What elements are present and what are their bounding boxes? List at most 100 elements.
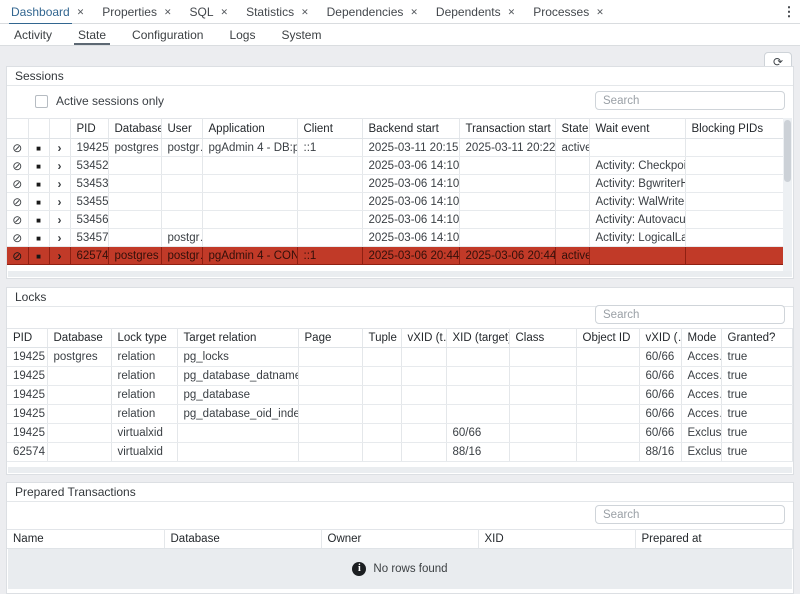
tab-dependencies[interactable]: Dependencies ✕ bbox=[318, 0, 427, 23]
column-header-blank bbox=[49, 119, 70, 139]
terminate-session-button[interactable]: ■ bbox=[36, 162, 41, 171]
table-row[interactable]: ⊘■›53457postgr…2025-03-06 14:10:11 …Acti… bbox=[7, 229, 786, 247]
close-tab-icon[interactable]: ✕ bbox=[508, 1, 516, 23]
cell bbox=[298, 443, 362, 462]
table-row[interactable]: ⊘■›62574postgrespostgr…pgAdmin 4 - CONN:… bbox=[7, 247, 786, 265]
prepared-search-input[interactable] bbox=[595, 505, 785, 524]
active-sessions-filter[interactable]: Active sessions only bbox=[35, 94, 164, 108]
column-header-tuple[interactable]: Tuple bbox=[362, 329, 401, 348]
expand-row-button[interactable]: › bbox=[58, 213, 62, 227]
close-tab-icon[interactable]: ✕ bbox=[164, 1, 172, 23]
table-row[interactable]: ⊘■›534522025-03-06 14:10:11 …Activity: C… bbox=[7, 157, 786, 175]
close-tab-icon[interactable]: ✕ bbox=[77, 1, 85, 23]
terminate-session-button[interactable]: ■ bbox=[36, 252, 41, 261]
expand-row-button[interactable]: › bbox=[58, 231, 62, 245]
cell: 60/66 bbox=[446, 424, 509, 443]
column-header-vxid-[interactable]: vXID (… bbox=[639, 329, 681, 348]
column-header-mode[interactable]: Mode bbox=[681, 329, 721, 348]
column-header-page[interactable]: Page bbox=[298, 329, 362, 348]
tab-statistics[interactable]: Statistics ✕ bbox=[237, 0, 318, 23]
table-row[interactable]: 62574virtualxid88/1688/16Exclusi…true bbox=[7, 443, 793, 462]
column-header-blocking-pids[interactable]: Blocking PIDs bbox=[685, 119, 786, 139]
cancel-session-button[interactable]: ⊘ bbox=[12, 231, 22, 245]
close-tab-icon[interactable]: ✕ bbox=[596, 1, 604, 23]
close-tab-icon[interactable]: ✕ bbox=[410, 1, 418, 23]
terminate-session-button[interactable]: ■ bbox=[36, 180, 41, 189]
table-row[interactable]: 19425relationpg_database_datname_ind…60/… bbox=[7, 367, 793, 386]
column-header-wait-event[interactable]: Wait event bbox=[589, 119, 685, 139]
column-header-owner[interactable]: Owner bbox=[321, 530, 478, 549]
sessions-search-input[interactable] bbox=[595, 91, 785, 110]
subtab-system[interactable]: System bbox=[268, 24, 334, 45]
table-row[interactable]: ⊘■›534532025-03-06 14:10:11 …Activity: B… bbox=[7, 175, 786, 193]
cell: 19425 bbox=[7, 424, 47, 443]
locks-search-input[interactable] bbox=[595, 305, 785, 324]
column-header-pid[interactable]: PID bbox=[70, 119, 108, 139]
tab-menu-kebab-icon[interactable]: ⋮ bbox=[781, 2, 797, 22]
expand-row-button[interactable]: › bbox=[58, 159, 62, 173]
table-row[interactable]: ⊘■›534562025-03-06 14:10:11 …Activity: A… bbox=[7, 211, 786, 229]
expand-row-button[interactable]: › bbox=[58, 249, 62, 263]
column-header-transaction-start[interactable]: Transaction start bbox=[459, 119, 555, 139]
cell: 60/66 bbox=[639, 386, 681, 405]
table-row[interactable]: 19425postgresrelationpg_locks60/66Acces…… bbox=[7, 348, 793, 367]
table-row[interactable]: 19425relationpg_database60/66Acces…true bbox=[7, 386, 793, 405]
terminate-session-button[interactable]: ■ bbox=[36, 234, 41, 243]
sessions-scrollbar-track[interactable] bbox=[783, 118, 792, 272]
sessions-table: PIDDatabaseUserApplicationClientBackend … bbox=[7, 118, 786, 265]
cancel-session-button[interactable]: ⊘ bbox=[12, 249, 22, 263]
cancel-session-button[interactable]: ⊘ bbox=[12, 195, 22, 209]
tab-dashboard[interactable]: Dashboard ✕ bbox=[2, 0, 93, 23]
terminate-session-button[interactable]: ■ bbox=[36, 216, 41, 225]
terminate-session-button[interactable]: ■ bbox=[36, 198, 41, 207]
column-header-granted-[interactable]: Granted? bbox=[721, 329, 793, 348]
column-header-prepared-at[interactable]: Prepared at bbox=[635, 530, 793, 549]
column-header-class[interactable]: Class bbox=[509, 329, 576, 348]
column-header-object-id[interactable]: Object ID bbox=[576, 329, 639, 348]
tab-properties[interactable]: Properties ✕ bbox=[93, 0, 180, 23]
cancel-session-button[interactable]: ⊘ bbox=[12, 213, 22, 227]
tab-processes[interactable]: Processes ✕ bbox=[524, 0, 613, 23]
expand-row-button[interactable]: › bbox=[58, 177, 62, 191]
column-header-database[interactable]: Database bbox=[108, 119, 161, 139]
cell bbox=[576, 386, 639, 405]
column-header-pid[interactable]: PID bbox=[7, 329, 47, 348]
cancel-session-button[interactable]: ⊘ bbox=[12, 141, 22, 155]
close-tab-icon[interactable]: ✕ bbox=[221, 1, 229, 23]
column-header-lock-type[interactable]: Lock type bbox=[111, 329, 177, 348]
terminate-session-button[interactable]: ■ bbox=[36, 144, 41, 153]
column-header-target-relation[interactable]: Target relation bbox=[177, 329, 298, 348]
column-header-backend-start[interactable]: Backend start bbox=[362, 119, 459, 139]
subtab-activity[interactable]: Activity bbox=[1, 24, 65, 45]
table-row[interactable]: 19425relationpg_database_oid_index60/66A… bbox=[7, 405, 793, 424]
table-row[interactable]: ⊘■›534552025-03-06 14:10:11 …Activity: W… bbox=[7, 193, 786, 211]
prepared-transactions-panel: Prepared Transactions NameDatabaseOwnerX… bbox=[6, 482, 794, 594]
close-tab-icon[interactable]: ✕ bbox=[301, 1, 309, 23]
column-header-client[interactable]: Client bbox=[297, 119, 362, 139]
column-header-xid-target-[interactable]: XID (target) bbox=[446, 329, 509, 348]
vertical-scrollbar[interactable] bbox=[784, 120, 791, 182]
subtab-state[interactable]: State bbox=[65, 24, 119, 45]
tab-dependents[interactable]: Dependents ✕ bbox=[427, 0, 524, 23]
subtab-configuration[interactable]: Configuration bbox=[119, 24, 216, 45]
table-row[interactable]: 19425virtualxid60/6660/66Exclusi…true bbox=[7, 424, 793, 443]
column-header-user[interactable]: User bbox=[161, 119, 202, 139]
cell: pg_database_datname_ind… bbox=[177, 367, 298, 386]
column-header-database[interactable]: Database bbox=[47, 329, 111, 348]
column-header-vxid-t-[interactable]: vXID (t… bbox=[401, 329, 446, 348]
cell bbox=[202, 229, 297, 247]
column-header-database[interactable]: Database bbox=[164, 530, 321, 549]
active-sessions-checkbox[interactable] bbox=[35, 95, 48, 108]
cancel-session-button[interactable]: ⊘ bbox=[12, 177, 22, 191]
cell bbox=[685, 175, 786, 193]
column-header-state[interactable]: State bbox=[555, 119, 589, 139]
column-header-name[interactable]: Name bbox=[7, 530, 164, 549]
cancel-session-button[interactable]: ⊘ bbox=[12, 159, 22, 173]
column-header-application[interactable]: Application bbox=[202, 119, 297, 139]
expand-row-button[interactable]: › bbox=[58, 141, 62, 155]
column-header-xid[interactable]: XID bbox=[478, 530, 635, 549]
subtab-logs[interactable]: Logs bbox=[216, 24, 268, 45]
tab-sql[interactable]: SQL ✕ bbox=[181, 0, 238, 23]
table-row[interactable]: ⊘■›19425postgrespostgr…pgAdmin 4 - DB:po… bbox=[7, 139, 786, 157]
expand-row-button[interactable]: › bbox=[58, 195, 62, 209]
